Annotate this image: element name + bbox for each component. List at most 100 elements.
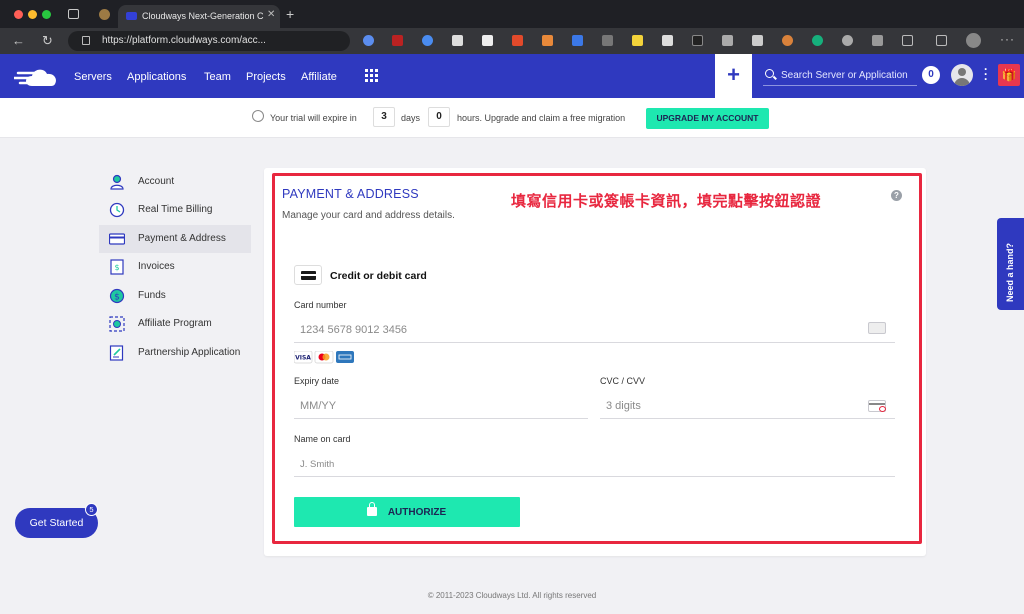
sidebar-item-label: Real Time Billing (138, 204, 213, 215)
extension-15-icon[interactable] (782, 35, 793, 46)
extension-19-icon[interactable] (936, 35, 947, 46)
sidebar-item-invoices[interactable]: $ Invoices (99, 253, 251, 281)
clock-icon (252, 110, 264, 122)
nav-projects[interactable]: Projects (246, 71, 286, 83)
authorize-button[interactable]: AUTHORIZE (294, 497, 520, 527)
tab-overview-icon[interactable] (68, 9, 79, 19)
sidebar-item-payment-address[interactable]: Payment & Address (99, 225, 251, 253)
browser-profile-avatar[interactable] (966, 33, 981, 48)
sidebar-item-account[interactable]: Account (99, 168, 251, 196)
sidebar-item-partnership-application[interactable]: Partnership Application (99, 339, 251, 367)
cvc-card-icon (868, 400, 886, 412)
nav-team[interactable]: Team (204, 71, 231, 83)
sidebar-item-label: Account (138, 176, 175, 187)
notification-count-badge[interactable]: 0 (922, 66, 940, 84)
clock-icon (109, 202, 125, 218)
minimize-window-button[interactable] (28, 10, 37, 19)
credit-card-icon[interactable] (294, 265, 322, 285)
extension-2-icon[interactable] (392, 35, 403, 46)
extension-17-icon[interactable] (842, 35, 853, 46)
extension-5-icon[interactable] (482, 35, 493, 46)
expiry-field[interactable] (294, 393, 588, 419)
url-field[interactable]: https://platform.cloudways.com/acc... (68, 31, 350, 51)
card-type-label: Credit or debit card (330, 270, 427, 282)
extension-18-icon[interactable] (872, 35, 883, 46)
pinned-tab-icon[interactable] (99, 9, 110, 20)
cloudways-favicon-icon (126, 12, 137, 20)
affiliate-icon (109, 316, 125, 332)
sidebar-item-label: Payment & Address (138, 233, 226, 244)
annotation-text: 填寫信用卡或簽帳卡資訊，填完點擊按鈕認證 (511, 192, 822, 210)
sidebar-item-funds[interactable]: $ Funds (99, 282, 251, 310)
trial-suffix: hours. Upgrade and claim a free migratio… (457, 113, 626, 123)
tab-title: Cloudways Next-Generation C (142, 11, 264, 21)
visa-icon: VISA (294, 351, 313, 364)
search-icon (765, 69, 774, 78)
get-started-badge: 5 (85, 503, 98, 516)
upgrade-account-button[interactable]: UPGRADE MY ACCOUNT (646, 108, 769, 129)
search-input[interactable] (781, 67, 915, 83)
trial-days-value: 3 (373, 107, 395, 127)
expiry-label: Expiry date (294, 376, 340, 386)
extension-13-icon[interactable] (722, 35, 733, 46)
extension-6-icon[interactable] (512, 35, 523, 46)
card-placeholder-icon (868, 322, 886, 334)
extensions-puzzle-icon[interactable] (902, 35, 913, 46)
back-arrow-icon[interactable]: ← (12, 33, 25, 48)
extension-7-icon[interactable] (542, 35, 553, 46)
close-window-button[interactable] (14, 10, 23, 19)
need-a-hand-tab[interactable]: Need a hand? (997, 218, 1024, 310)
search-bar (763, 64, 917, 86)
browser-tab-bar: Cloudways Next-Generation C ✕ + (0, 0, 1024, 28)
name-on-card-label: Name on card (294, 434, 351, 444)
add-new-button[interactable]: + (715, 54, 752, 98)
extension-10-icon[interactable] (632, 35, 643, 46)
help-icon[interactable]: ? (891, 190, 902, 201)
accepted-cards: VISA (294, 351, 354, 364)
sidebar-item-affiliate-program[interactable]: Affiliate Program (99, 310, 251, 338)
gift-icon[interactable]: 🎁 (998, 64, 1020, 86)
nav-applications[interactable]: Applications (127, 71, 186, 83)
extension-11-icon[interactable] (662, 35, 673, 46)
tab-cloudways[interactable]: Cloudways Next-Generation C (118, 5, 280, 28)
sidebar-item-label: Partnership Application (138, 347, 241, 358)
extension-8-icon[interactable] (572, 35, 583, 46)
sidebar-item-label: Affiliate Program (138, 318, 212, 329)
tab-close-icon[interactable]: ✕ (267, 9, 275, 20)
new-tab-button[interactable]: + (286, 6, 294, 22)
annotation-highlight-frame (272, 173, 922, 544)
lock-icon (82, 36, 90, 45)
more-options-icon[interactable]: · · · (984, 63, 988, 85)
user-avatar[interactable] (951, 64, 973, 86)
trial-days-label: days (401, 113, 421, 123)
extension-9-icon[interactable] (602, 35, 613, 46)
svg-text:$: $ (114, 293, 120, 303)
extension-1-icon[interactable] (363, 35, 374, 46)
cvc-field[interactable] (600, 393, 895, 419)
invoice-icon: $ (110, 259, 124, 275)
need-a-hand-label: Need a hand? (1005, 242, 1015, 302)
lock-icon (367, 502, 377, 516)
apps-grid-icon[interactable] (365, 69, 378, 82)
reload-icon[interactable]: ↻ (42, 33, 53, 49)
partnership-icon (109, 345, 124, 361)
card-number-field[interactable] (294, 317, 895, 343)
cloudways-logo-icon[interactable] (14, 65, 60, 89)
amex-icon (336, 351, 354, 363)
trial-banner: Your trial will expire in 3 days 0 hours… (0, 98, 1024, 138)
extension-12-icon[interactable] (692, 35, 703, 46)
nav-servers[interactable]: Servers (74, 71, 112, 83)
extension-3-icon[interactable] (422, 35, 433, 46)
extension-16-icon[interactable] (812, 35, 823, 46)
extension-14-icon[interactable] (752, 35, 763, 46)
nav-affiliate[interactable]: Affiliate (301, 71, 337, 83)
trial-prefix: Your trial will expire in (270, 113, 357, 123)
credit-card-icon (109, 233, 125, 245)
sidebar-item-label: Invoices (138, 261, 175, 272)
extension-4-icon[interactable] (452, 35, 463, 46)
sidebar-item-real-time-billing[interactable]: Real Time Billing (99, 196, 251, 224)
browser-menu-icon[interactable]: ··· (1000, 32, 1015, 46)
name-on-card-field[interactable] (294, 451, 895, 477)
svg-text:VISA: VISA (295, 355, 311, 362)
maximize-window-button[interactable] (42, 10, 51, 19)
